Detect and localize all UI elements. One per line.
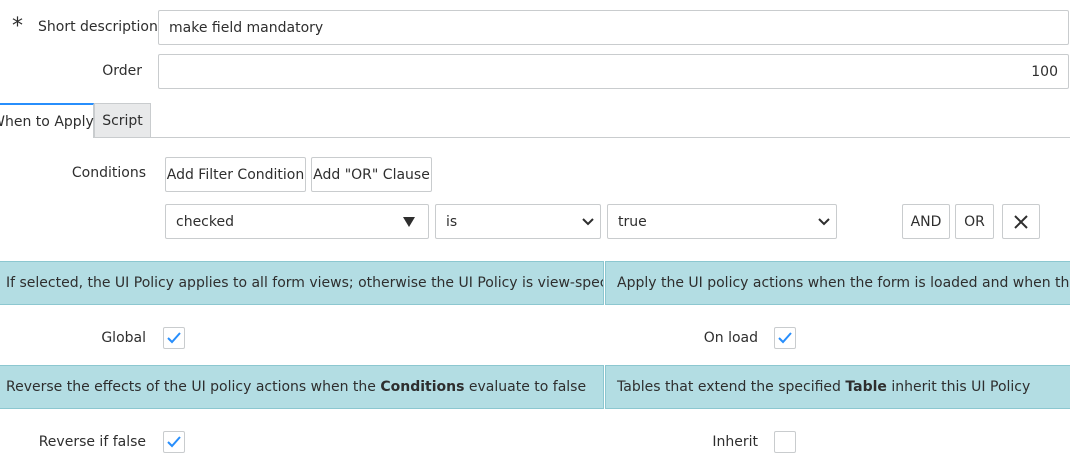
on-load-label: On load <box>703 330 758 346</box>
add-filter-condition-button[interactable]: Add Filter Condition <box>165 157 306 192</box>
triangle-down-icon <box>403 216 415 227</box>
chevron-down-icon <box>818 217 830 225</box>
add-or-clause-label: Add "OR" Clause <box>313 166 430 183</box>
and-label: AND <box>910 213 942 230</box>
onload-help-text-content: Apply the UI policy actions when the for… <box>617 275 1070 291</box>
global-label: Global <box>101 330 146 346</box>
order-value: 100 <box>1031 63 1058 80</box>
add-filter-condition-label: Add Filter Condition <box>166 166 305 183</box>
inherit-label: Inherit <box>712 434 758 450</box>
asterisk-icon: * <box>12 14 23 39</box>
condition-field-value: checked <box>176 213 234 230</box>
or-button[interactable]: OR <box>955 204 994 239</box>
inherit-help-text-pre: Tables that extend the specified <box>617 379 846 395</box>
onload-help-text: Apply the UI policy actions when the for… <box>605 261 1070 305</box>
check-icon <box>778 332 792 344</box>
order-label: Order <box>102 63 142 79</box>
or-label: OR <box>964 213 985 230</box>
check-icon <box>167 436 181 448</box>
check-icon <box>167 332 181 344</box>
reverse-help-text-bold: Conditions <box>380 379 465 395</box>
conditions-label: Conditions <box>71 165 146 181</box>
global-checkbox[interactable] <box>163 327 185 349</box>
global-help-text: If selected, the UI Policy applies to al… <box>0 261 604 305</box>
chevron-down-icon <box>582 217 594 225</box>
reverse-help-text-pre: Reverse the effects of the UI policy act… <box>6 379 381 395</box>
reverse-help-text-post: evaluate to false <box>464 379 587 395</box>
condition-value-value: true <box>618 213 647 230</box>
condition-operator-value: is <box>446 213 458 230</box>
tab-strip-border <box>0 137 1070 138</box>
reverse-if-false-label: Reverse if false <box>38 434 146 450</box>
short-description-value: make field mandatory <box>169 19 324 36</box>
add-or-clause-button[interactable]: Add "OR" Clause <box>311 157 432 192</box>
short-description-label: Short description <box>38 19 158 35</box>
short-description-input[interactable]: make field mandatory <box>158 10 1069 45</box>
tab-script[interactable]: Script <box>94 103 151 137</box>
inherit-help-text-post: inherit this UI Policy <box>886 379 1031 395</box>
inherit-checkbox[interactable] <box>774 431 796 453</box>
on-load-checkbox[interactable] <box>774 327 796 349</box>
order-input[interactable]: 100 <box>158 54 1069 89</box>
condition-field-select[interactable]: checked <box>165 204 429 239</box>
inherit-help-text: Tables that extend the specified Table i… <box>605 365 1070 409</box>
tab-when-to-apply-label: When to Apply <box>0 113 94 130</box>
tab-script-label: Script <box>102 112 143 129</box>
inherit-help-text-bold: Table <box>845 379 887 395</box>
and-button[interactable]: AND <box>902 204 950 239</box>
condition-value-select[interactable]: true <box>607 204 837 239</box>
close-icon <box>1014 214 1028 229</box>
tab-when-to-apply[interactable]: When to Apply <box>0 103 94 138</box>
reverse-help-text: Reverse the effects of the UI policy act… <box>0 365 604 409</box>
global-help-text-content: If selected, the UI Policy applies to al… <box>6 275 604 291</box>
remove-condition-button[interactable] <box>1002 204 1040 239</box>
condition-operator-select[interactable]: is <box>435 204 601 239</box>
reverse-if-false-checkbox[interactable] <box>163 431 185 453</box>
